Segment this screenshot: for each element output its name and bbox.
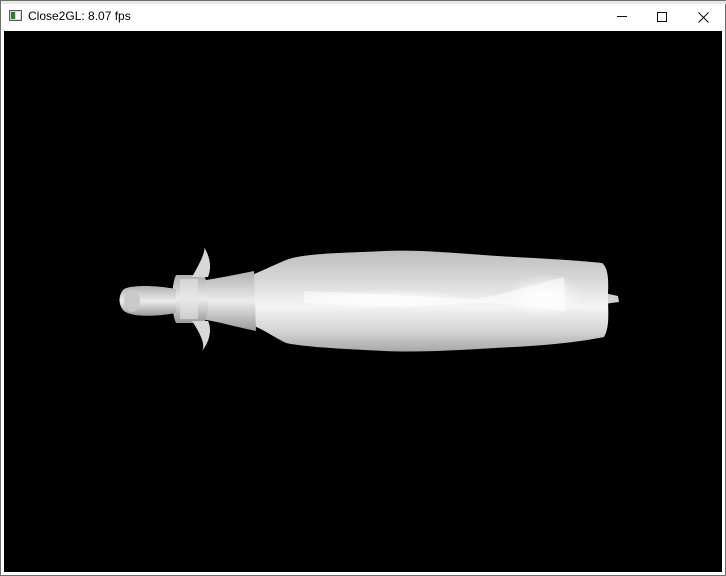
close-icon <box>698 12 709 23</box>
title-bar[interactable]: Close2GL: 8.07 fps <box>1 4 725 31</box>
minimize-button[interactable] <box>601 4 643 31</box>
maximize-button[interactable] <box>642 4 684 31</box>
application-window: Close2GL: 8.07 fps <box>0 0 726 576</box>
close-button[interactable] <box>683 4 725 31</box>
render-viewport[interactable] <box>4 31 722 572</box>
minimize-icon <box>617 16 627 17</box>
render-canvas <box>119 247 619 352</box>
window-title: Close2GL: 8.07 fps <box>28 9 131 23</box>
cow-model <box>119 247 619 352</box>
app-window-icon[interactable] <box>9 10 22 21</box>
maximize-icon <box>657 12 667 22</box>
